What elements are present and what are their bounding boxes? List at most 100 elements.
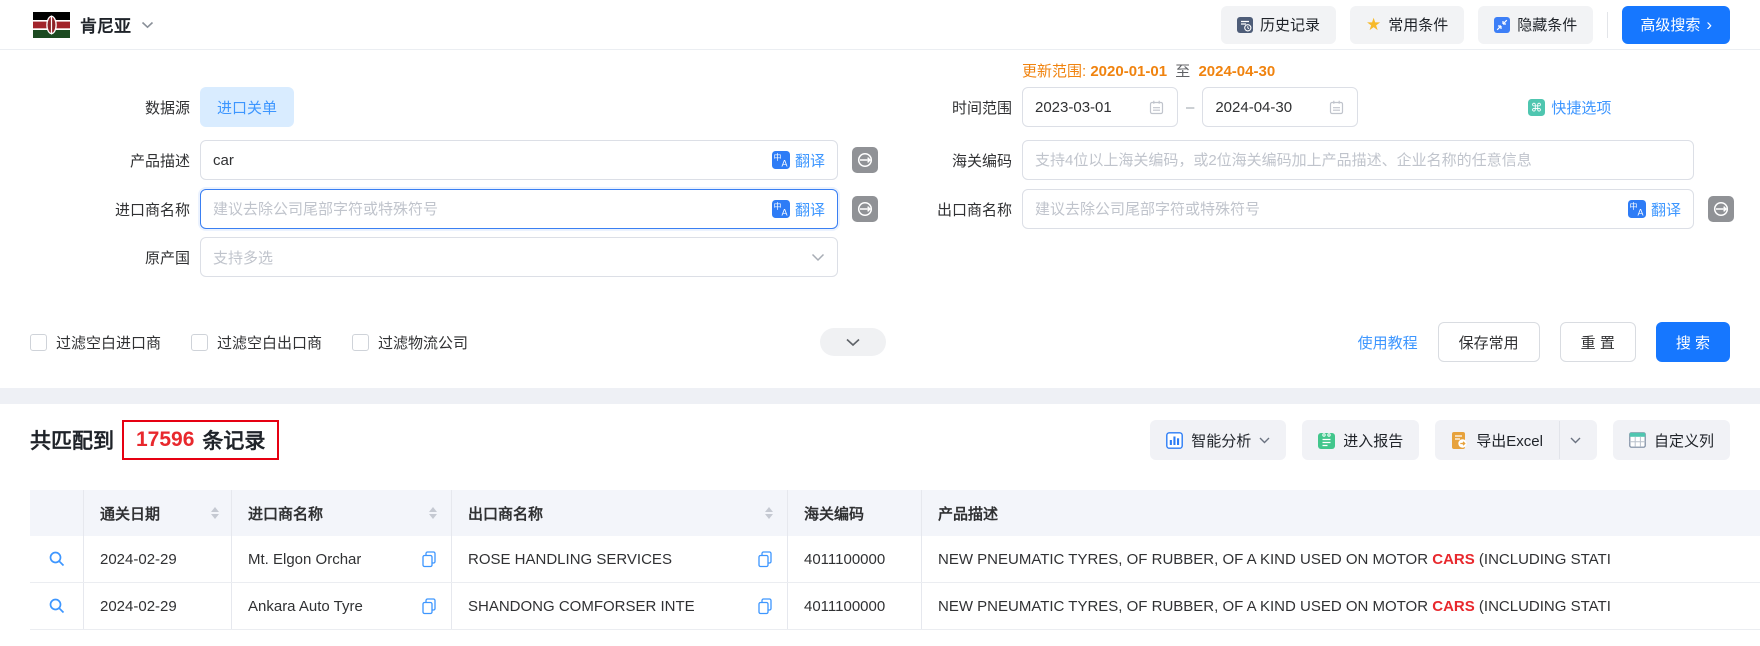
data-source-label: 数据源 bbox=[30, 97, 190, 118]
favorites-button[interactable]: ★ 常用条件 bbox=[1350, 6, 1464, 44]
advanced-arrow-icon: › bbox=[1706, 16, 1712, 33]
exporter-precise-search-button[interactable] bbox=[1708, 196, 1734, 222]
product-desc-label: 产品描述 bbox=[30, 150, 190, 171]
row-detail-button[interactable] bbox=[48, 550, 66, 568]
copy-exporter-button[interactable] bbox=[757, 551, 773, 568]
header-importer-label: 进口商名称 bbox=[248, 503, 323, 524]
hs-code-field[interactable] bbox=[1022, 140, 1694, 180]
hide-conditions-button[interactable]: 隐藏条件 bbox=[1478, 6, 1593, 44]
origin-country-select[interactable]: 支持多选 bbox=[200, 237, 838, 277]
chevron-down-icon bbox=[1259, 437, 1270, 444]
exporter-input[interactable] bbox=[1035, 201, 1620, 218]
row-exporter: SHANDONG COMFORSER INTE bbox=[468, 598, 695, 615]
filter-blank-exporter[interactable]: 过滤空白出口商 bbox=[191, 332, 322, 353]
data-source-import-tab[interactable]: 进口关单 bbox=[200, 87, 294, 127]
precise-search-icon bbox=[852, 147, 878, 173]
filter-logistics-label: 过滤物流公司 bbox=[378, 332, 468, 353]
header-exporter-label: 出口商名称 bbox=[468, 503, 543, 524]
bi-chart-icon bbox=[1166, 432, 1183, 449]
row-hs-code: 4011100000 bbox=[804, 598, 885, 615]
sort-icon[interactable] bbox=[211, 507, 219, 520]
exporter-field[interactable]: 中 A 翻译 bbox=[1022, 189, 1694, 229]
svg-text:A: A bbox=[1637, 208, 1643, 218]
result-actions: 智能分析 进入报告 bbox=[1150, 420, 1730, 460]
update-range-label: 更新范围: bbox=[1022, 63, 1086, 80]
collapse-icon bbox=[1494, 17, 1510, 33]
filters-actions-row: 过滤空白进口商 过滤空白出口商 过滤物流公司 使用教程 保存常用 重 置 搜 索 bbox=[30, 320, 1730, 364]
importer-translate-label: 翻译 bbox=[795, 199, 825, 220]
table-row[interactable]: 2024-02-29 Mt. Elgon Orchar ROSE HANDLIN… bbox=[30, 536, 1760, 583]
date-end-field[interactable] bbox=[1202, 87, 1358, 127]
date-end-input[interactable] bbox=[1215, 99, 1328, 116]
row-detail-button[interactable] bbox=[48, 597, 66, 615]
date-start-field[interactable] bbox=[1022, 87, 1178, 127]
history-button[interactable]: 历史记录 bbox=[1221, 6, 1336, 44]
svg-text:A: A bbox=[781, 159, 787, 169]
date-range-separator: – bbox=[1186, 99, 1194, 116]
quick-options-link[interactable]: ⌘ 快捷选项 bbox=[1528, 97, 1611, 118]
header-hs-code: 海关编码 bbox=[788, 490, 922, 536]
custom-columns-button[interactable]: 自定义列 bbox=[1613, 420, 1730, 460]
save-conditions-button[interactable]: 保存常用 bbox=[1438, 322, 1540, 362]
update-range-text: 更新范围: 2020-01-01 至 2024-04-30 bbox=[1022, 60, 1275, 81]
svg-text:中: 中 bbox=[773, 152, 781, 162]
enter-report-label: 进入报告 bbox=[1343, 430, 1403, 451]
smart-analysis-button[interactable]: 智能分析 bbox=[1150, 420, 1286, 460]
sort-icon[interactable] bbox=[765, 507, 773, 520]
checkbox[interactable] bbox=[191, 334, 208, 351]
filter-logistics[interactable]: 过滤物流公司 bbox=[352, 332, 468, 353]
product-desc-input[interactable] bbox=[213, 152, 764, 169]
export-excel-button[interactable]: 导出Excel bbox=[1435, 420, 1597, 460]
precise-search-icon bbox=[852, 196, 878, 222]
datasource-timerange-row: 数据源 进口关单 时间范围 – bbox=[30, 87, 1730, 127]
importer-precise-search-button[interactable] bbox=[852, 196, 878, 222]
filter-blank-importer[interactable]: 过滤空白进口商 bbox=[30, 332, 161, 353]
magnifier-icon bbox=[48, 550, 66, 568]
row-importer: Ankara Auto Tyre bbox=[248, 598, 363, 615]
country-selector[interactable]: 肯尼亚 bbox=[33, 12, 154, 38]
reset-button[interactable]: 重 置 bbox=[1560, 322, 1636, 362]
collapse-form-button[interactable] bbox=[820, 328, 886, 356]
product-precise-search-button[interactable] bbox=[852, 147, 878, 173]
copy-exporter-button[interactable] bbox=[757, 598, 773, 615]
importer-translate-button[interactable]: 中 A 翻译 bbox=[764, 199, 825, 220]
copy-importer-button[interactable] bbox=[421, 598, 437, 615]
table-row[interactable]: 2024-02-29 Ankara Auto Tyre SHANDONG COM… bbox=[30, 583, 1760, 630]
sort-icon[interactable] bbox=[429, 507, 437, 520]
history-label: 历史记录 bbox=[1260, 14, 1320, 35]
header-date[interactable]: 通关日期 bbox=[84, 490, 232, 536]
search-button[interactable]: 搜 索 bbox=[1656, 322, 1730, 362]
tutorial-link[interactable]: 使用教程 bbox=[1358, 332, 1418, 353]
product-desc-field[interactable]: 中 A 翻译 bbox=[200, 140, 838, 180]
section-divider bbox=[0, 388, 1760, 404]
importer-field[interactable]: 中 A 翻译 bbox=[200, 189, 838, 229]
checkbox[interactable] bbox=[30, 334, 47, 351]
smart-analysis-label: 智能分析 bbox=[1191, 430, 1251, 451]
header-exporter[interactable]: 出口商名称 bbox=[452, 490, 788, 536]
chevron-down-icon bbox=[141, 21, 154, 29]
chevron-down-icon[interactable] bbox=[1570, 437, 1581, 444]
date-start-input[interactable] bbox=[1035, 99, 1148, 116]
chevron-down-icon bbox=[845, 338, 861, 347]
exporter-translate-button[interactable]: 中 A 翻译 bbox=[1620, 199, 1681, 220]
table-header: 通关日期 进口商名称 出口商名称 海关编码 产品描述 bbox=[30, 490, 1760, 536]
checkbox[interactable] bbox=[352, 334, 369, 351]
copy-importer-button[interactable] bbox=[421, 551, 437, 568]
enter-report-button[interactable]: 进入报告 bbox=[1302, 420, 1419, 460]
advanced-search-button[interactable]: 高级搜索 › bbox=[1622, 6, 1730, 44]
country-name: 肯尼亚 bbox=[80, 12, 131, 37]
star-icon: ★ bbox=[1366, 16, 1381, 33]
importer-input[interactable] bbox=[213, 201, 764, 218]
hs-code-input[interactable] bbox=[1035, 152, 1681, 169]
update-range-start: 2020-01-01 bbox=[1090, 63, 1167, 80]
filter-checkboxes: 过滤空白进口商 过滤空白出口商 过滤物流公司 bbox=[30, 332, 468, 353]
translate-icon: 中 A bbox=[1628, 200, 1646, 218]
product-translate-button[interactable]: 中 A 翻译 bbox=[764, 150, 825, 171]
header-importer[interactable]: 进口商名称 bbox=[232, 490, 452, 536]
row-date: 2024-02-29 bbox=[100, 598, 177, 615]
export-excel-icon bbox=[1451, 432, 1468, 449]
exporter-translate-label: 翻译 bbox=[1651, 199, 1681, 220]
chevron-down-icon bbox=[811, 253, 825, 262]
search-form: 更新范围: 2020-01-01 至 2024-04-30 数据源 进口关单 时… bbox=[0, 50, 1760, 388]
header-date-label: 通关日期 bbox=[100, 503, 160, 524]
